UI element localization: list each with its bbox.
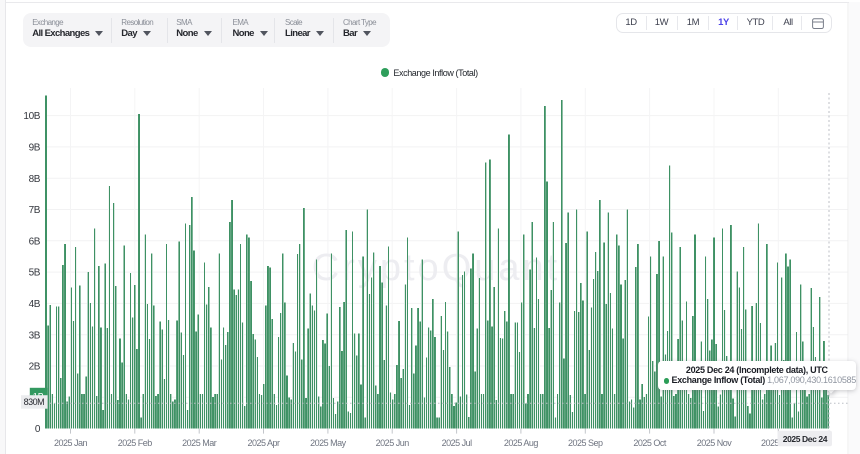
svg-text:8B: 8B: [29, 174, 41, 185]
svg-text:2025 Feb: 2025 Feb: [118, 438, 153, 448]
svg-text:2025 Aug: 2025 Aug: [504, 438, 539, 448]
svg-text:2025 Jan: 2025 Jan: [54, 438, 88, 448]
svg-text:2025 Nov: 2025 Nov: [697, 438, 733, 448]
svg-text:2025 Jun: 2025 Jun: [376, 438, 410, 448]
svg-text:2025 Jul: 2025 Jul: [442, 438, 473, 448]
svg-text:2025 May: 2025 May: [310, 438, 347, 448]
svg-text:CryptoQuant: CryptoQuant: [312, 247, 560, 289]
svg-text:2025 Apr: 2025 Apr: [247, 438, 280, 448]
svg-text:6B: 6B: [29, 236, 41, 247]
svg-text:10B: 10B: [23, 111, 40, 122]
svg-text:2025 Sep: 2025 Sep: [568, 438, 603, 448]
svg-text:5B: 5B: [29, 268, 41, 279]
svg-text:2025 Dec 24: 2025 Dec 24: [783, 434, 828, 444]
svg-text:2B: 2B: [29, 362, 41, 373]
svg-text:0: 0: [35, 424, 41, 435]
svg-text:830M: 830M: [24, 397, 45, 407]
svg-text:4B: 4B: [29, 299, 41, 310]
svg-text:2025 Oct: 2025 Oct: [633, 438, 667, 448]
svg-text:2025 Mar: 2025 Mar: [182, 438, 217, 448]
svg-text:7B: 7B: [29, 205, 41, 216]
svg-text:3B: 3B: [29, 330, 41, 341]
svg-text:9B: 9B: [29, 143, 41, 154]
